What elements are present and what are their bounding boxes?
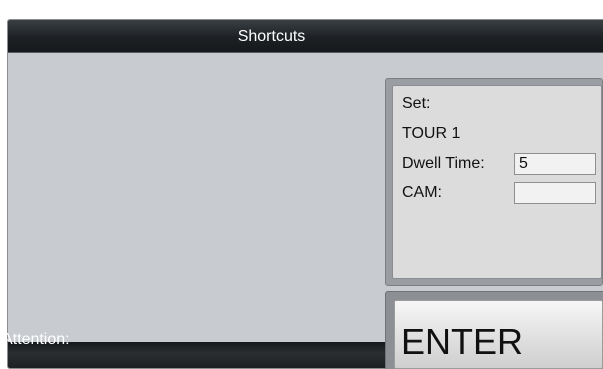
dwell-time-field[interactable]: [514, 153, 596, 175]
cam-label: CAM:: [402, 184, 442, 201]
info-box-inner: Set: TOUR 1 Dwell Time: CAM:: [392, 85, 602, 279]
cam-field[interactable]: [514, 182, 596, 204]
window-title: Shortcuts: [237, 28, 306, 45]
dwell-time-label: Dwell Time:: [402, 155, 485, 172]
tour-name: TOUR 1: [402, 125, 461, 142]
enter-button[interactable]: ENTER: [394, 300, 603, 369]
enter-button-frame: ENTER: [385, 291, 603, 369]
title-bar: Shortcuts: [8, 20, 603, 53]
screen: Shortcuts Attention: Set: TOUR 1 Dwell T…: [0, 0, 603, 369]
attention-label: Attention:: [2, 331, 70, 348]
set-label: Set:: [402, 95, 431, 112]
info-box: Set: TOUR 1 Dwell Time: CAM:: [385, 78, 603, 286]
